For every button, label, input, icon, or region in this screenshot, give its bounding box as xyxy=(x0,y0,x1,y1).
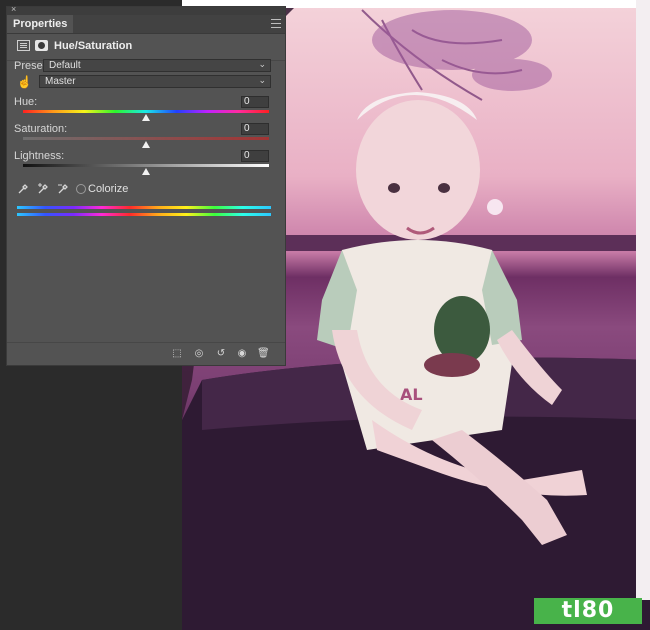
close-icon[interactable]: × xyxy=(11,4,16,14)
input-color-spectrum xyxy=(17,206,271,209)
saturation-label: Saturation: xyxy=(14,123,68,135)
lightness-slider-track[interactable] xyxy=(23,164,269,167)
eyedropper-add-icon[interactable] xyxy=(37,183,49,195)
properties-panel: × Properties Hue/Saturation Preset: Defa… xyxy=(6,4,286,366)
tab-properties[interactable]: Properties xyxy=(7,15,74,33)
adjustment-header: Hue/Saturation xyxy=(7,34,285,61)
clip-to-layer-icon[interactable]: ⬚ xyxy=(171,348,183,359)
adjustment-layer-icon[interactable] xyxy=(17,40,30,51)
photo-border xyxy=(636,0,650,600)
panel-bottom-toolbar: ⬚ ◎ ↺ ◉ 🗑 xyxy=(7,342,285,365)
hue-slider-track[interactable] xyxy=(23,110,269,113)
saturation-value-field[interactable]: 0 xyxy=(241,123,269,135)
eyedropper-subtract-icon[interactable] xyxy=(57,183,69,195)
site-logo: tl80 xyxy=(534,598,642,624)
view-previous-state-icon[interactable]: ◎ xyxy=(193,348,205,359)
channel-value: Master xyxy=(45,76,76,87)
mask-icon[interactable] xyxy=(35,40,48,51)
trash-icon[interactable]: 🗑 xyxy=(257,348,270,359)
saturation-slider-thumb[interactable] xyxy=(142,141,150,148)
channel-dropdown[interactable]: Master ⌄ xyxy=(39,75,271,88)
output-color-spectrum xyxy=(17,213,271,216)
saturation-slider-track[interactable] xyxy=(23,137,269,140)
hue-value-field[interactable]: 0 xyxy=(241,96,269,108)
lightness-label: Lightness: xyxy=(14,150,65,162)
panel-menu-icon[interactable] xyxy=(271,19,281,28)
adjustment-title: Hue/Saturation xyxy=(54,40,133,52)
chevron-down-icon: ⌄ xyxy=(258,59,266,69)
panel-tab-row: Properties xyxy=(7,15,285,34)
eyedropper-icon[interactable] xyxy=(17,183,29,195)
chevron-down-icon: ⌄ xyxy=(258,75,266,85)
hue-label: Hue: xyxy=(14,96,38,108)
colorize-label: Colorize xyxy=(88,183,129,195)
lightness-value-field[interactable]: 0 xyxy=(241,150,269,162)
targeted-adjustment-hand-icon[interactable]: ☝ xyxy=(17,75,32,89)
reset-icon[interactable]: ↺ xyxy=(215,348,227,359)
panel-titlebar: × xyxy=(7,4,285,15)
preset-dropdown[interactable]: Default ⌄ xyxy=(43,59,271,72)
lightness-slider-thumb[interactable] xyxy=(142,168,150,175)
visibility-eye-icon[interactable]: ◉ xyxy=(236,348,248,359)
svg-text:AL: AL xyxy=(400,385,423,404)
colorize-radio[interactable] xyxy=(76,184,86,194)
preset-value: Default xyxy=(49,60,81,71)
hue-slider-thumb[interactable] xyxy=(142,114,150,121)
